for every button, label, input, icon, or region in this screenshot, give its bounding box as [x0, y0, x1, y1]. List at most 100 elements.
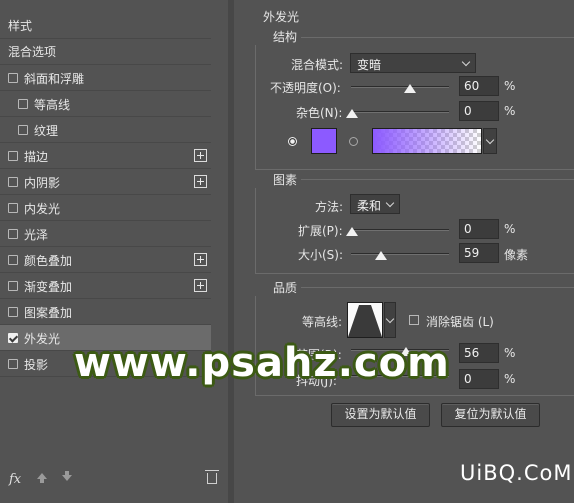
style-item-label: 描边 [24, 150, 49, 164]
blend-mode-dropdown[interactable]: 变暗 [350, 53, 476, 73]
noise-slider-knob[interactable] [346, 109, 358, 118]
styles-footer: fx [0, 463, 228, 503]
contour-picker-button[interactable] [384, 302, 396, 338]
make-default-button[interactable]: 设置为默认值 [331, 403, 430, 427]
checkbox[interactable] [8, 229, 18, 239]
chevron-down-icon [385, 314, 395, 324]
style-item-label: 斜面和浮雕 [24, 72, 85, 86]
opacity-unit: % [504, 79, 516, 93]
style-item-contour[interactable]: 等高线 [0, 91, 211, 117]
size-slider-track[interactable] [351, 253, 449, 255]
blend-mode-label: 混合模式: [291, 58, 344, 72]
reset-default-button[interactable]: 复位为默认值 [441, 403, 540, 427]
spread-slider-track[interactable] [351, 229, 449, 231]
quality-title: 品质 [255, 279, 302, 296]
style-item-label: 内阴影 [24, 176, 61, 190]
watermark-corner: UiBQ.CoM [460, 461, 573, 485]
size-input[interactable]: 59 [459, 243, 499, 263]
fx-icon[interactable]: fx [9, 472, 21, 487]
style-item-label: 投影 [24, 358, 49, 372]
style-item-label: 颜色叠加 [24, 254, 73, 268]
add-plus-icon[interactable] [194, 149, 207, 162]
antialias-label: 消除锯齿 (L) [426, 315, 494, 329]
trash-icon[interactable] [205, 470, 219, 484]
size-label: 大小(S): [298, 248, 344, 262]
style-item-satin[interactable]: 光泽 [0, 221, 211, 247]
checkbox[interactable] [8, 177, 18, 187]
range-unit: % [504, 346, 516, 360]
style-item-label: 图案叠加 [24, 306, 73, 320]
gradient-radio[interactable] [349, 137, 358, 146]
blend-options-item[interactable]: 混合选项 [0, 39, 211, 65]
checkbox[interactable] [8, 151, 18, 161]
styles-header[interactable]: 样式 [0, 13, 211, 39]
style-item-label: 光泽 [24, 228, 49, 242]
style-item-label: 内发光 [24, 202, 61, 216]
blend-mode-value: 变暗 [357, 58, 382, 72]
blend-options-label: 混合选项 [8, 45, 57, 59]
move-down-icon[interactable] [62, 471, 72, 481]
checkbox[interactable] [8, 307, 18, 317]
method-value: 柔和 [357, 199, 382, 213]
checkbox[interactable] [8, 281, 18, 291]
style-item-stroke[interactable]: 描边 [0, 143, 211, 169]
noise-input[interactable]: 0 [459, 101, 499, 121]
structure-title: 结构 [255, 28, 302, 45]
style-item-label: 等高线 [34, 98, 71, 112]
checkbox[interactable] [8, 73, 18, 83]
style-item-label: 纹理 [34, 124, 59, 138]
contour-preview[interactable] [347, 302, 383, 338]
checkbox-checked[interactable] [8, 333, 18, 343]
style-item-inner-shadow[interactable]: 内阴影 [0, 169, 211, 195]
size-slider-knob[interactable] [375, 251, 387, 260]
size-unit: 像素 [504, 248, 529, 262]
contour-curve-icon [348, 305, 382, 337]
noise-unit: % [504, 104, 516, 118]
range-input[interactable]: 56 [459, 343, 499, 363]
method-dropdown[interactable]: 柔和 [350, 194, 400, 214]
contour-label: 等高线: [302, 315, 343, 329]
elements-title: 图素 [255, 171, 302, 188]
style-item-inner-glow[interactable]: 内发光 [0, 195, 211, 221]
spread-input[interactable]: 0 [459, 219, 499, 239]
opacity-input[interactable]: 60 [459, 76, 499, 96]
styles-panel: 样式 混合选项 斜面和浮雕 等高线 纹理 描边 内阴影 内发光 光泽 颜色叠加 … [0, 0, 228, 503]
watermark-main: www.psahz.com [74, 340, 450, 386]
opacity-label: 不透明度(O): [270, 81, 341, 95]
chevron-down-icon [461, 57, 471, 67]
add-plus-icon[interactable] [194, 253, 207, 266]
gradient-preview[interactable] [372, 128, 482, 154]
outer-glow-panel: 外发光 结构 混合模式: 变暗 不透明度(O): 60 % 杂色(N): 0 %… [234, 0, 574, 503]
style-item-bevel-emboss[interactable]: 斜面和浮雕 [0, 65, 211, 91]
checkbox[interactable] [8, 359, 18, 369]
jitter-unit: % [504, 372, 516, 386]
gradient-picker-button[interactable] [483, 128, 497, 154]
styles-list: 样式 混合选项 斜面和浮雕 等高线 纹理 描边 内阴影 内发光 光泽 颜色叠加 … [0, 13, 211, 377]
checkbox[interactable] [8, 255, 18, 265]
noise-label: 杂色(N): [296, 106, 343, 120]
checkbox[interactable] [18, 125, 28, 135]
spread-slider-knob[interactable] [346, 227, 358, 236]
opacity-slider-knob[interactable] [404, 84, 416, 93]
checkbox[interactable] [18, 99, 28, 109]
style-item-texture[interactable]: 纹理 [0, 117, 211, 143]
move-up-icon[interactable] [37, 473, 47, 483]
style-item-pattern-overlay[interactable]: 图案叠加 [0, 299, 211, 325]
noise-slider-track[interactable] [351, 111, 449, 113]
checkbox[interactable] [8, 203, 18, 213]
antialias-checkbox[interactable] [409, 315, 419, 325]
panel-title: 外发光 [263, 10, 300, 24]
jitter-input[interactable]: 0 [459, 369, 499, 389]
glow-color-swatch[interactable] [311, 128, 337, 154]
opacity-slider-track[interactable] [351, 86, 449, 88]
spread-label: 扩展(P): [298, 224, 343, 238]
style-item-gradient-overlay[interactable]: 渐变叠加 [0, 273, 211, 299]
solid-color-radio[interactable] [288, 137, 297, 146]
add-plus-icon[interactable] [194, 279, 207, 292]
style-item-label: 渐变叠加 [24, 280, 73, 294]
chevron-down-icon [385, 198, 395, 208]
add-plus-icon[interactable] [194, 175, 207, 188]
chevron-down-icon [485, 135, 495, 145]
spread-unit: % [504, 222, 516, 236]
style-item-color-overlay[interactable]: 颜色叠加 [0, 247, 211, 273]
